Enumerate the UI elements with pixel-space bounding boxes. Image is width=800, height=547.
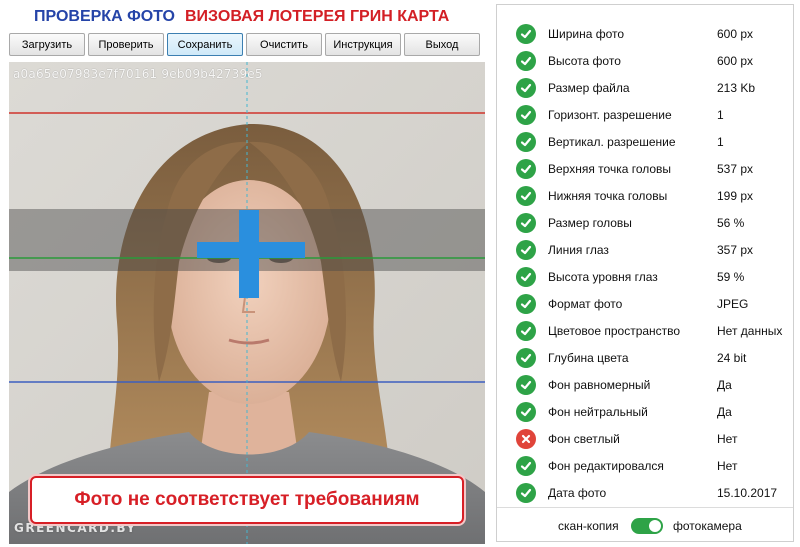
check-ok-icon bbox=[516, 185, 536, 206]
check-ok-icon bbox=[516, 212, 536, 233]
check-row: Высота фото 600 px bbox=[497, 47, 793, 74]
toolbar: Загрузить Проверить Сохранить Очистить И… bbox=[9, 33, 480, 56]
check-ok-icon bbox=[516, 347, 536, 368]
check-ok-icon bbox=[516, 455, 536, 476]
check-ok-icon bbox=[516, 77, 536, 98]
check-row: Цветовое пространство Нет данных bbox=[497, 317, 793, 344]
check-row: Верхняя точка головы 537 px bbox=[497, 155, 793, 182]
check-row: Высота уровня глаз 59 % bbox=[497, 263, 793, 290]
check-ok-icon bbox=[516, 293, 536, 314]
check-ok-icon bbox=[516, 374, 536, 395]
check-value: 59 % bbox=[717, 269, 745, 284]
check-value: 600 px bbox=[717, 26, 754, 41]
mode-label-scan: скан-копия bbox=[558, 519, 619, 533]
check-ok-icon bbox=[516, 104, 536, 125]
check-button[interactable]: Проверить bbox=[88, 33, 164, 56]
check-row: Размер файла 213 Kb bbox=[497, 74, 793, 101]
check-value: 1 bbox=[717, 134, 724, 149]
check-row: Дата фото 15.10.2017 bbox=[497, 479, 793, 506]
save-button[interactable]: Сохранить bbox=[167, 33, 243, 56]
app-title: ПРОВЕРКА ФОТО ВИЗОВАЯ ЛОТЕРЕЯ ГРИН КАРТА bbox=[34, 8, 449, 26]
check-label: Высота уровня глаз bbox=[548, 269, 658, 284]
check-value: 24 bit bbox=[717, 350, 747, 365]
check-ok-icon bbox=[516, 239, 536, 260]
check-label: Линия глаз bbox=[548, 242, 609, 257]
check-ok-icon bbox=[516, 131, 536, 152]
check-value: 537 px bbox=[717, 161, 754, 176]
check-row: Фон редактировался Нет bbox=[497, 452, 793, 479]
exit-button[interactable]: Выход bbox=[404, 33, 480, 56]
check-row: Линия глаз 357 px bbox=[497, 236, 793, 263]
check-label: Горизонт. разрешение bbox=[548, 107, 672, 122]
check-label: Глубина цвета bbox=[548, 350, 629, 365]
check-value: 199 px bbox=[717, 188, 754, 203]
check-value: Да bbox=[717, 377, 732, 392]
check-row: Вертикал. разрешение 1 bbox=[497, 128, 793, 155]
check-label: Высота фото bbox=[548, 53, 621, 68]
verdict-banner: Фото не соответствует требованиям bbox=[30, 476, 464, 524]
panel-divider bbox=[497, 507, 793, 508]
check-label: Фон редактировался bbox=[548, 458, 664, 473]
check-row: Формат фото JPEG bbox=[497, 290, 793, 317]
check-value: 15.10.2017 bbox=[717, 485, 778, 500]
check-label: Размер головы bbox=[548, 215, 632, 230]
check-value: 600 px bbox=[717, 53, 754, 68]
check-value: 56 % bbox=[717, 215, 745, 230]
verdict-text: Фото не соответствует требованиям bbox=[74, 489, 420, 510]
check-label: Фон нейтральный bbox=[548, 404, 648, 419]
check-row: Глубина цвета 24 bit bbox=[497, 344, 793, 371]
check-value: Да bbox=[717, 404, 732, 419]
instruction-button[interactable]: Инструкция bbox=[325, 33, 401, 56]
check-label: Фон равномерный bbox=[548, 377, 651, 392]
check-ok-icon bbox=[516, 23, 536, 44]
portrait-image bbox=[9, 62, 485, 544]
check-row: Размер головы 56 % bbox=[497, 209, 793, 236]
app-title-part1: ПРОВЕРКА ФОТО bbox=[34, 8, 175, 25]
check-ok-icon bbox=[516, 320, 536, 341]
check-fail-icon bbox=[516, 428, 536, 449]
check-row: Фон светлый Нет bbox=[497, 425, 793, 452]
check-label: Дата фото bbox=[548, 485, 607, 500]
check-row: Фон равномерный Да bbox=[497, 371, 793, 398]
check-value: 357 px bbox=[717, 242, 754, 257]
check-row: Фон нейтральный Да bbox=[497, 398, 793, 425]
check-label: Формат фото bbox=[548, 296, 623, 311]
image-hash: a0a65e07983e7f70161 9eb09b42739e5 bbox=[13, 67, 263, 81]
check-ok-icon bbox=[516, 158, 536, 179]
check-label: Нижняя точка головы bbox=[548, 188, 668, 203]
check-ok-icon bbox=[516, 266, 536, 287]
check-label: Верхняя точка головы bbox=[548, 161, 672, 176]
mode-toggle[interactable] bbox=[631, 518, 663, 534]
check-value: 213 Kb bbox=[717, 80, 756, 95]
clear-button[interactable]: Очистить bbox=[246, 33, 322, 56]
source-mode-switch: скан-копия фотокамера bbox=[497, 515, 793, 537]
check-value: Нет данных bbox=[717, 323, 783, 338]
app-title-part2: ВИЗОВАЯ ЛОТЕРЕЯ ГРИН КАРТА bbox=[185, 8, 450, 25]
check-value: Нет bbox=[717, 458, 738, 473]
load-button[interactable]: Загрузить bbox=[9, 33, 85, 56]
check-ok-icon bbox=[516, 482, 536, 503]
check-value: 1 bbox=[717, 107, 724, 122]
check-row: Ширина фото 600 px bbox=[497, 20, 793, 47]
mode-label-camera: фотокамера bbox=[673, 519, 742, 533]
photo-preview: a0a65e07983e7f70161 9eb09b42739e5 GREENC… bbox=[9, 62, 485, 544]
check-row: Нижняя точка головы 199 px bbox=[497, 182, 793, 209]
check-label: Размер файла bbox=[548, 80, 630, 95]
check-label: Цветовое пространство bbox=[548, 323, 681, 338]
check-results-panel: Ширина фото 600 px Высота фото 600 px Размер… bbox=[496, 4, 794, 542]
check-value: Нет bbox=[717, 431, 738, 446]
check-ok-icon bbox=[516, 401, 536, 422]
check-row: Горизонт. разрешение 1 bbox=[497, 101, 793, 128]
toggle-knob bbox=[649, 520, 661, 532]
check-ok-icon bbox=[516, 50, 536, 71]
check-value: JPEG bbox=[717, 296, 749, 311]
check-label: Вертикал. разрешение bbox=[548, 134, 676, 149]
check-label: Фон светлый bbox=[548, 431, 620, 446]
check-label: Ширина фото bbox=[548, 26, 625, 41]
